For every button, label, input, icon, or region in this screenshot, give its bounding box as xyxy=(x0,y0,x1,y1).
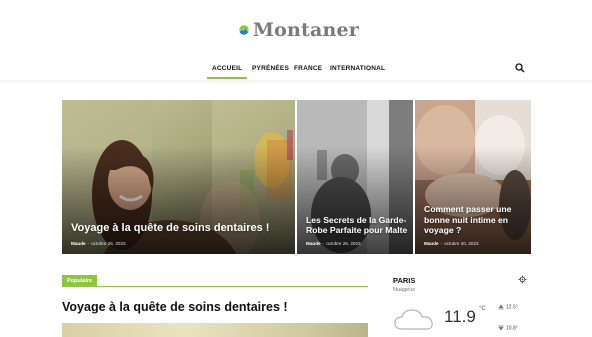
weather-unit: °C xyxy=(479,306,486,312)
meta-separator: - xyxy=(87,241,90,246)
author-name[interactable]: Maude xyxy=(71,241,86,246)
nav-item-international[interactable]: INTERNATIONAL xyxy=(330,65,385,72)
popular-article-title[interactable]: Voyage à la quête de soins dentaires ! xyxy=(62,300,288,314)
tile-overlay xyxy=(62,146,295,254)
featured-tile-3[interactable]: Comment passer une bonne nuit intime en … xyxy=(415,100,531,254)
featured-grid: Voyage à la quête de soins dentaires ! M… xyxy=(62,100,531,254)
weather-condition: Nuageux xyxy=(393,287,416,293)
popular-article-image[interactable] xyxy=(62,323,368,337)
post-date: octobre 26, 2023 xyxy=(326,241,361,246)
tile-overlay xyxy=(415,146,531,254)
section-divider xyxy=(62,286,368,287)
weather-low: 10.8° xyxy=(506,325,518,332)
post-date: octobre 26, 2023 xyxy=(91,241,126,246)
author-name[interactable]: Maude xyxy=(424,241,439,246)
featured-title-2[interactable]: Les Secrets de la Garde-Robe Parfaite po… xyxy=(306,215,410,236)
tile-overlay xyxy=(297,146,413,254)
nav-item-pyrenees[interactable]: PYRÉNÉES xyxy=(252,65,289,72)
weather-high-row: 12.5° xyxy=(498,304,518,310)
temperature-high-icon xyxy=(498,304,504,310)
post-date: octobre 20, 2023 xyxy=(444,241,479,246)
weather-temperature: 11.9 xyxy=(444,307,476,326)
brand-name: Montaner xyxy=(252,19,359,41)
featured-meta-1: Maude - octobre 26, 2023 xyxy=(71,241,126,246)
author-name[interactable]: Maude xyxy=(306,241,321,246)
featured-title-1[interactable]: Voyage à la quête de soins dentaires ! xyxy=(71,222,291,236)
weather-widget: PARIS Nuageux 11.9 °C 12.5° 10.8° xyxy=(393,274,531,337)
meta-separator: - xyxy=(440,241,443,246)
featured-tile-2[interactable]: Les Secrets de la Garde-Robe Parfaite po… xyxy=(297,100,413,254)
featured-meta-3: Maude - octobre 20, 2023 xyxy=(424,241,479,246)
temperature-low-icon xyxy=(498,325,504,331)
featured-meta-2: Maude - octobre 26, 2023 xyxy=(306,241,361,246)
weather-high: 12.5° xyxy=(506,304,518,311)
location-icon[interactable] xyxy=(518,275,527,284)
weather-low-row: 10.8° xyxy=(498,325,518,331)
featured-tile-1[interactable]: Voyage à la quête de soins dentaires ! M… xyxy=(62,100,295,254)
search-icon[interactable] xyxy=(515,63,525,73)
main-nav: ACCUEIL PYRÉNÉES FRANCE INTERNATIONAL xyxy=(0,62,592,80)
logo-mark-icon xyxy=(239,25,249,35)
nav-item-france[interactable]: FRANCE xyxy=(294,65,322,72)
meta-separator: - xyxy=(322,241,325,246)
featured-title-3[interactable]: Comment passer une bonne nuit intime en … xyxy=(424,204,528,236)
weather-city: PARIS xyxy=(393,276,416,285)
nav-item-accueil[interactable]: ACCUEIL xyxy=(206,65,248,79)
site-header: Montaner ACCUEIL PYRÉNÉES FRANCE INTERNA… xyxy=(0,0,592,80)
site-logo[interactable]: Montaner xyxy=(239,10,359,50)
cloud-icon xyxy=(394,309,433,330)
